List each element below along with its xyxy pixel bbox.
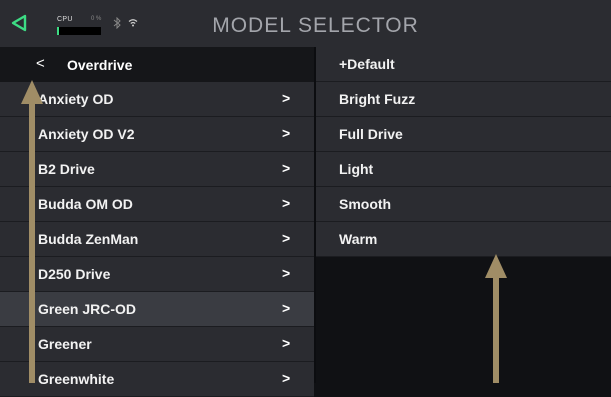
preset-list-item-label: +Default [339,56,395,72]
annotation-arrow-up-right [485,254,507,383]
top-bar: CPU 0 % MODEL SELECTOR [0,0,611,47]
annotation-arrow-up-left [21,80,43,383]
model-list-item[interactable]: Greenwhite > [0,362,314,397]
preset-list-item[interactable]: Warm [316,222,611,257]
chevron-right-icon: > [282,300,291,316]
preset-list-item[interactable]: +Default [316,47,611,82]
model-list-item-label: B2 Drive [38,161,95,177]
category-header-label: Overdrive [67,57,133,73]
model-list-item[interactable]: Greener > [0,327,314,362]
preset-list-item[interactable]: Light [316,152,611,187]
model-list-item[interactable]: Anxiety OD V2 > [0,117,314,152]
model-list-item[interactable]: Anxiety OD > [0,82,314,117]
model-list: Anxiety OD > Anxiety OD V2 > B2 Drive > … [0,82,314,397]
chevron-left-icon: < [36,55,45,72]
model-list-item[interactable]: D250 Drive > [0,257,314,292]
model-list-item[interactable]: B2 Drive > [0,152,314,187]
page-title: MODEL SELECTOR [212,14,419,37]
model-list-item[interactable]: Budda OM OD > [0,187,314,222]
chevron-right-icon: > [282,90,291,106]
preset-list-item-label: Warm [339,231,378,247]
chevron-right-icon: > [282,335,291,351]
chevron-right-icon: > [282,265,291,281]
category-header-back-button[interactable]: < Overdrive [0,47,314,82]
preset-panel: +Default Bright Fuzz Full Drive Light Sm… [316,47,611,383]
preset-list-item-label: Full Drive [339,126,403,142]
chevron-right-icon: > [282,230,291,246]
model-list-item-label: Budda ZenMan [38,231,139,247]
chevron-right-icon: > [282,370,291,386]
chevron-right-icon: > [282,195,291,211]
model-list-item-label: Budda OM OD [38,196,133,212]
model-list-item[interactable]: Budda ZenMan > [0,222,314,257]
model-list-item-label: Greenwhite [38,371,115,387]
preset-list-item[interactable]: Bright Fuzz [316,82,611,117]
category-panel: < Overdrive Anxiety OD > Anxiety OD V2 >… [0,47,314,397]
chevron-right-icon: > [282,125,291,141]
chevron-right-icon: > [282,160,291,176]
preset-list-item-label: Smooth [339,196,392,212]
preset-list-item-label: Bright Fuzz [339,91,416,107]
model-list-item-selected[interactable]: Green JRC-OD > [0,292,314,327]
model-list-item-label: Anxiety OD [38,91,114,107]
preset-list-item-label: Light [339,161,374,177]
preset-list-item[interactable]: Full Drive [316,117,611,152]
model-list-item-label: Green JRC-OD [38,301,137,317]
model-list-item-label: Anxiety OD V2 [38,126,135,142]
preset-list-item[interactable]: Smooth [316,187,611,222]
model-list-item-label: D250 Drive [38,266,111,282]
model-list-item-label: Greener [38,336,92,352]
